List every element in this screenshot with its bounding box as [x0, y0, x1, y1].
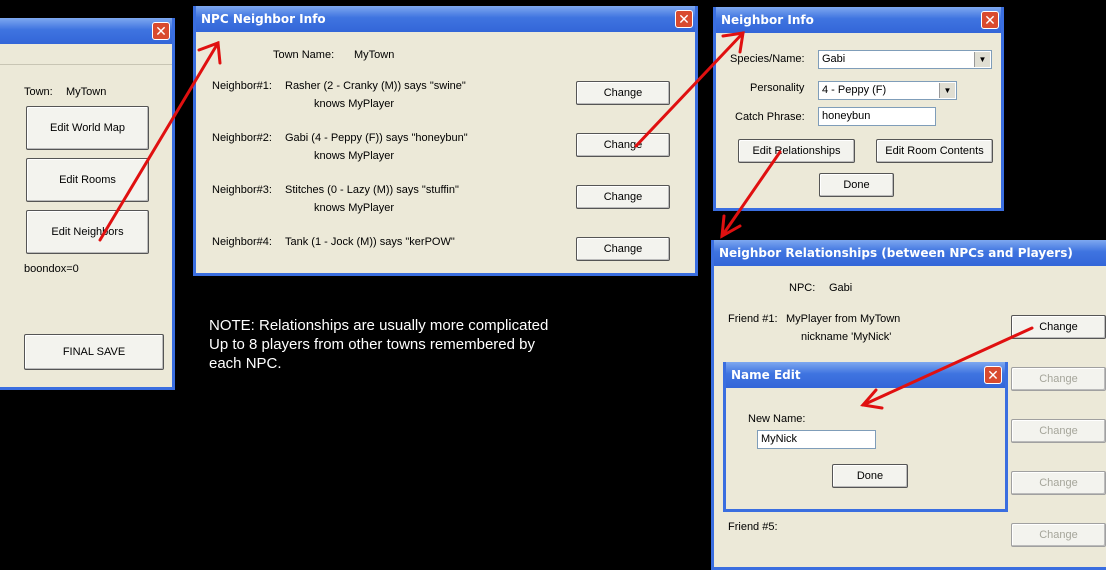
neighbor-knows: knows MyPlayer: [314, 98, 395, 110]
change-button[interactable]: Change: [1011, 471, 1106, 495]
edit-neighbors-button[interactable]: Edit Neighbors: [26, 210, 149, 254]
neighbor-label: Neighbor#1:: [212, 80, 272, 92]
change-button[interactable]: Change: [576, 81, 670, 105]
close-icon[interactable]: ✕: [984, 366, 1002, 384]
species-value: Gabi: [822, 53, 846, 65]
catch-phrase-input[interactable]: honeybun: [818, 107, 936, 126]
npc-neighbor-info-window: NPC Neighbor Info ✕ Town Name: MyTown Ne…: [193, 6, 698, 276]
done-button[interactable]: Done: [819, 173, 894, 197]
friend-1-label: Friend #1:: [728, 313, 778, 325]
close-icon[interactable]: ✕: [675, 10, 693, 28]
new-name-label: New Name:: [748, 413, 806, 425]
new-name-input[interactable]: MyNick: [757, 430, 876, 449]
neighbor-desc: Gabi (4 - Peppy (F)) says "honeybun": [285, 132, 468, 144]
edit-world-map-button[interactable]: Edit World Map: [26, 106, 149, 150]
neighbor-info-window: Neighbor Info ✕ Species/Name: Gabi ▼ Per…: [713, 7, 1004, 211]
personality-select[interactable]: 4 - Peppy (F) ▼: [818, 81, 957, 100]
close-icon[interactable]: ✕: [152, 22, 170, 40]
personality-label: Personality: [750, 82, 805, 94]
npc-label: NPC:: [789, 282, 816, 294]
neighbor-desc: Tank (1 - Jock (M)) says "kerPOW": [285, 236, 455, 248]
neighbor-desc: Rasher (2 - Cranky (M)) says "swine": [285, 80, 466, 92]
edit-relationships-button[interactable]: Edit Relationships: [738, 139, 855, 163]
neighbor-knows: knows MyPlayer: [314, 202, 395, 214]
change-button[interactable]: Change: [576, 185, 670, 209]
relationships-titlebar[interactable]: Neighbor Relationships (between NPCs and…: [714, 240, 1106, 266]
arrow-head: [720, 214, 742, 239]
note-line: each NPC.: [209, 355, 282, 372]
change-button[interactable]: Change: [1011, 367, 1106, 391]
main-window-titlebar[interactable]: [0, 18, 172, 44]
npc-value: Gabi: [829, 282, 853, 294]
close-icon[interactable]: ✕: [981, 11, 999, 29]
change-button[interactable]: Change: [576, 133, 670, 157]
catch-phrase-label: Catch Phrase:: [735, 111, 805, 123]
note-line: Up to 8 players from other towns remembe…: [209, 336, 535, 353]
neighbor-label: Neighbor#3:: [212, 184, 272, 196]
name-edit-window: Name Edit ✕ New Name: MyNick Done: [723, 362, 1008, 512]
neighbor-label: Neighbor#2:: [212, 132, 272, 144]
town-name-label: Town Name:: [273, 49, 335, 61]
chevron-down-icon[interactable]: ▼: [974, 52, 990, 67]
species-select[interactable]: Gabi ▼: [818, 50, 992, 69]
town-value: MyTown: [66, 86, 107, 98]
note-text: NOTE: Relationships are usually more com…: [209, 316, 548, 373]
edit-room-contents-button[interactable]: Edit Room Contents: [876, 139, 993, 163]
chevron-down-icon[interactable]: ▼: [939, 83, 955, 98]
change-button[interactable]: Change: [576, 237, 670, 261]
change-button[interactable]: Change: [1011, 419, 1106, 443]
note-line: NOTE: Relationships are usually more com…: [209, 317, 549, 334]
neighbor-knows: knows MyPlayer: [314, 150, 395, 162]
species-label: Species/Name:: [730, 53, 805, 65]
npc-neighbor-info-titlebar[interactable]: NPC Neighbor Info: [196, 6, 695, 32]
change-button[interactable]: Change: [1011, 315, 1106, 339]
friend-1-value: MyPlayer from MyTown: [786, 313, 901, 325]
neighbor-info-titlebar[interactable]: Neighbor Info: [716, 7, 1001, 33]
final-save-button[interactable]: FINAL SAVE: [24, 334, 164, 370]
friend-5-label: Friend #5:: [728, 521, 778, 533]
boondox-text: boondox=0: [24, 263, 79, 275]
town-label: Town:: [24, 86, 53, 98]
name-edit-titlebar[interactable]: Name Edit: [726, 362, 1005, 388]
friend-1-nickname: nickname 'MyNick': [801, 331, 892, 343]
neighbor-label: Neighbor#4:: [212, 236, 272, 248]
edit-rooms-button[interactable]: Edit Rooms: [26, 158, 149, 202]
divider: [0, 64, 172, 65]
main-window: ✕ Town: MyTown Edit World Map Edit Rooms…: [0, 18, 175, 390]
personality-value: 4 - Peppy (F): [822, 84, 887, 96]
neighbor-desc: Stitches (0 - Lazy (M)) says "stuffin": [285, 184, 459, 196]
done-button[interactable]: Done: [832, 464, 908, 488]
town-name-value: MyTown: [354, 49, 395, 61]
change-button[interactable]: Change: [1011, 523, 1106, 547]
